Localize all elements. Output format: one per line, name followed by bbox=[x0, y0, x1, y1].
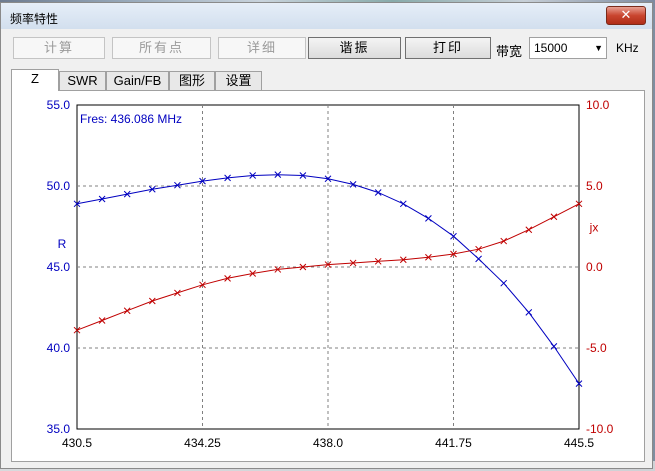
y-right-tick-label: -5.0 bbox=[586, 341, 607, 355]
reactance-point-marker bbox=[550, 213, 558, 221]
y-right-tick-label: 0.0 bbox=[586, 260, 603, 274]
x-tick-label: 438.0 bbox=[313, 436, 343, 450]
all-points-button[interactable]: 所有点 bbox=[112, 37, 211, 59]
reactance-point-marker bbox=[500, 237, 508, 245]
resistance-point-marker bbox=[475, 255, 482, 263]
y-right-tick-label: -10.0 bbox=[586, 422, 614, 436]
close-button[interactable]: ✕ bbox=[606, 6, 646, 25]
tab-gain-fb[interactable]: Gain/FB bbox=[106, 71, 169, 90]
resistance-point-marker bbox=[399, 200, 407, 208]
bandwidth-label: 带宽 bbox=[496, 44, 523, 59]
impedance-panel: 430.5 434.25 438.0 441.75 445.5 55.0 50.0 45.0 4… bbox=[11, 90, 645, 462]
reactance-point-marker bbox=[174, 289, 181, 297]
resistance-point-marker bbox=[374, 189, 382, 196]
chevron-down-icon: ▼ bbox=[594, 43, 603, 53]
reactance-point-marker bbox=[525, 226, 533, 234]
y-right-tick-label: 10.0 bbox=[586, 98, 610, 112]
calculate-button[interactable]: 计算 bbox=[13, 37, 105, 59]
resonance-annotation: Fres: 436.086 MHz bbox=[80, 112, 182, 126]
resistance-point-marker bbox=[525, 309, 533, 316]
x-tick-label: 441.75 bbox=[435, 436, 472, 450]
reactance-point-marker bbox=[148, 297, 156, 305]
details-button[interactable]: 详细 bbox=[218, 37, 306, 59]
tab-z[interactable]: Z bbox=[11, 69, 59, 91]
y-left-tick-label: 40.0 bbox=[47, 341, 71, 355]
y-right-axis-label: jx bbox=[589, 221, 599, 235]
x-tick-label: 430.5 bbox=[62, 436, 92, 450]
y-left-tick-label: 55.0 bbox=[47, 98, 71, 112]
tab-settings[interactable]: 设置 bbox=[215, 71, 262, 90]
reactance-point-marker bbox=[98, 317, 106, 324]
bandwidth-value: 15000 bbox=[534, 41, 568, 55]
y-left-tick-label: 35.0 bbox=[47, 422, 71, 436]
toolbar: 计算 所有点 详细 谐振 打印 带宽 15000 ▼ KHz bbox=[13, 37, 645, 61]
x-tick-label: 434.25 bbox=[184, 436, 221, 450]
y-right-tick-label: 5.0 bbox=[586, 179, 603, 193]
bandwidth-select[interactable]: 15000 ▼ bbox=[529, 37, 607, 59]
resistance-point-marker bbox=[425, 215, 432, 222]
y-left-tick-label: 45.0 bbox=[47, 260, 71, 274]
impedance-chart: 430.5 434.25 438.0 441.75 445.5 55.0 50.0 45.0 4… bbox=[47, 98, 614, 450]
x-tick-label: 445.5 bbox=[564, 436, 594, 450]
title-bar[interactable]: 频率特性 ✕ bbox=[1, 3, 652, 29]
tab-graph[interactable]: 图形 bbox=[169, 71, 215, 90]
tab-swr[interactable]: SWR bbox=[59, 71, 106, 90]
close-icon: ✕ bbox=[620, 7, 632, 22]
reactance-point-marker bbox=[123, 307, 131, 315]
resonance-button[interactable]: 谐振 bbox=[308, 37, 401, 59]
frequency-response-window: 频率特性 ✕ 计算 所有点 详细 谐振 打印 带宽 15000 ▼ KHz Z … bbox=[0, 2, 653, 469]
y-left-tick-label: 50.0 bbox=[47, 179, 71, 193]
tab-strip: Z SWR Gain/FB 图形 设置 bbox=[11, 69, 311, 91]
y-left-axis-label: R bbox=[58, 237, 67, 251]
resistance-point-marker bbox=[500, 279, 508, 287]
bandwidth-unit: KHz bbox=[616, 41, 639, 55]
window-title: 频率特性 bbox=[10, 12, 59, 26]
print-button[interactable]: 打印 bbox=[405, 37, 491, 59]
